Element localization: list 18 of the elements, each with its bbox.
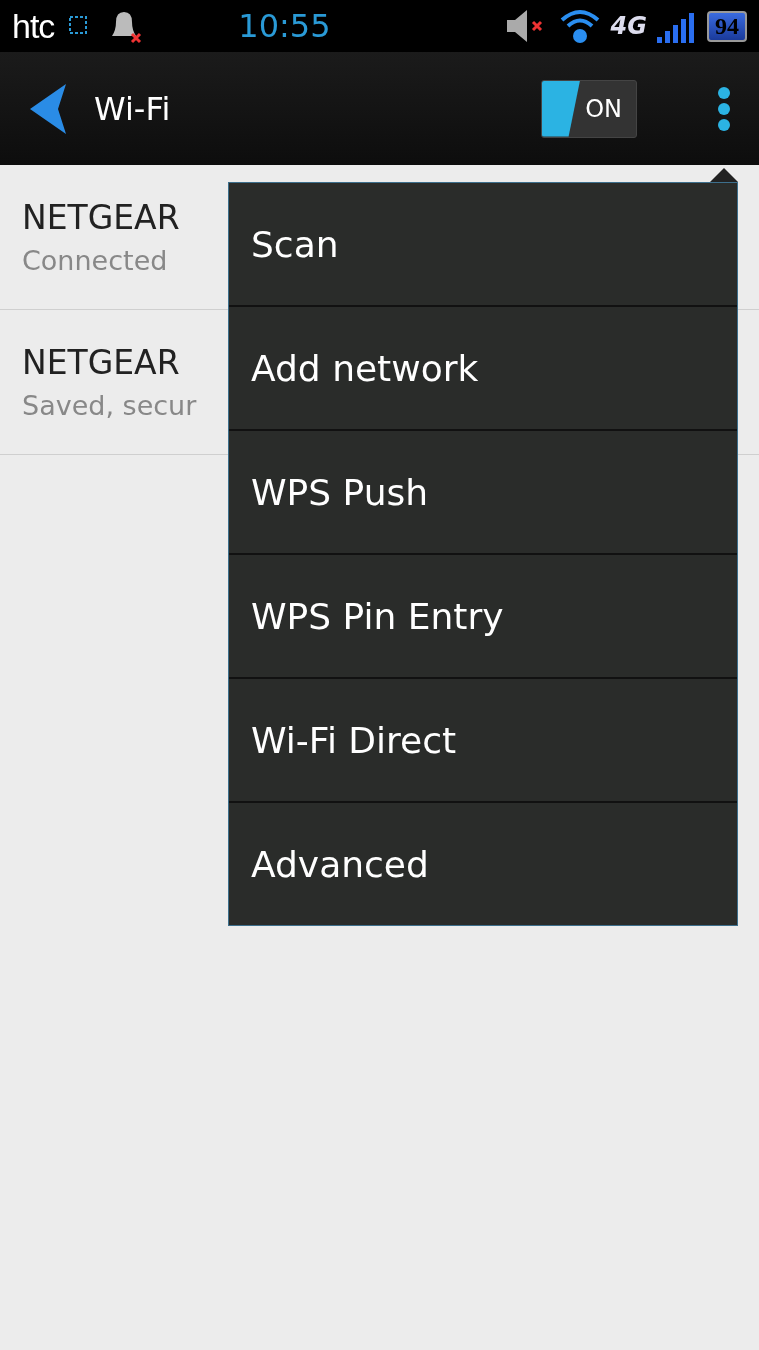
menu-item[interactable]: Add network xyxy=(229,305,737,429)
menu-item[interactable]: Advanced xyxy=(229,801,737,925)
network-name: NETGEAR xyxy=(22,198,180,237)
wifi-toggle[interactable]: ON xyxy=(541,79,637,138)
network-name: NETGEAR xyxy=(22,343,181,382)
network-status: Saved, secur xyxy=(22,390,197,421)
screen-title: Wi-Fi xyxy=(94,89,171,128)
brand-logo: htc xyxy=(12,6,55,46)
network-type: 4G xyxy=(610,12,647,40)
menu-item[interactable]: WPS Push xyxy=(229,429,737,553)
battery-level: 94 xyxy=(707,10,747,42)
back-arrow-icon[interactable] xyxy=(30,83,66,134)
clock: 10:55 xyxy=(238,7,331,45)
overflow-menu-icon[interactable] xyxy=(717,85,731,132)
menu-item[interactable]: Wi-Fi Direct xyxy=(229,677,737,801)
network-status: Connected xyxy=(22,245,169,276)
menu-item[interactable]: Scan xyxy=(229,183,737,305)
menu-item[interactable]: WPS Pin Entry xyxy=(229,553,737,677)
